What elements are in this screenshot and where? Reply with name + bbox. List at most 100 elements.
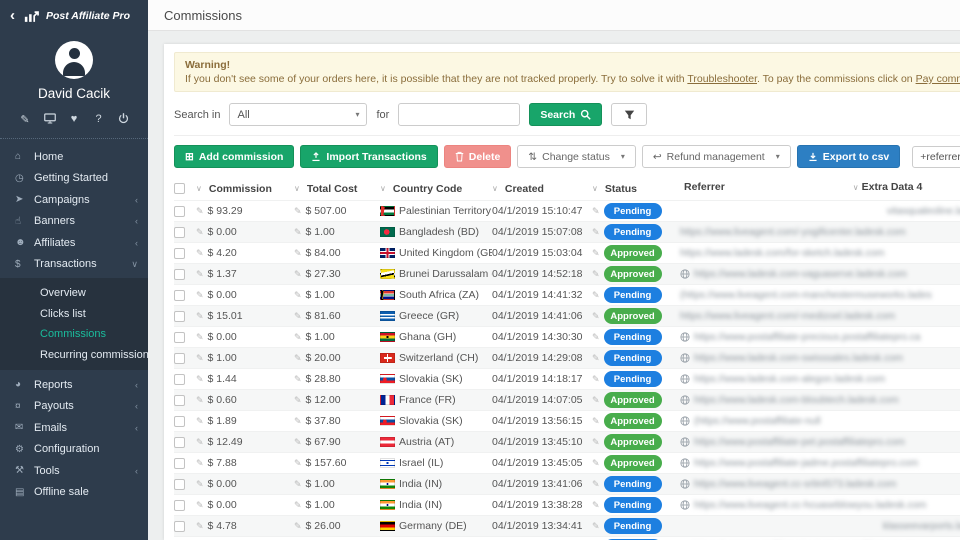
row-checkbox[interactable]	[174, 311, 185, 322]
edit-inline-icon[interactable]: ✎	[196, 521, 204, 532]
edit-inline-icon[interactable]: ✎	[196, 437, 204, 448]
columns-preset-select[interactable]: +referrerr+ccode ▾	[912, 146, 960, 168]
status-badge[interactable]: Pending	[604, 350, 662, 366]
row-checkbox[interactable]	[174, 269, 185, 280]
row-checkbox[interactable]	[174, 206, 185, 217]
import-transactions-button[interactable]: Import Transactions	[300, 145, 437, 168]
column-header-extra-data-4[interactable]: ∨Extra Data 4	[853, 181, 923, 193]
row-checkbox[interactable]	[174, 437, 185, 448]
refund-management-button[interactable]: ↩ Refund management ▾	[642, 145, 791, 168]
status-badge[interactable]: Approved	[604, 434, 662, 450]
row-checkbox[interactable]	[174, 416, 185, 427]
brand-logo[interactable]: Post Affiliate Pro	[24, 9, 130, 22]
edit-inline-icon[interactable]: ✎	[294, 269, 302, 280]
sidebar-item-campaigns[interactable]: ➤Campaigns‹	[0, 189, 148, 211]
status-badge[interactable]: Approved	[604, 245, 662, 261]
edit-inline-icon[interactable]: ✎	[196, 332, 204, 343]
pay-commissions-link[interactable]: Pay commissions	[916, 73, 960, 85]
edit-inline-icon[interactable]: ✎	[592, 479, 600, 490]
row-checkbox[interactable]	[174, 521, 185, 532]
edit-inline-icon[interactable]: ✎	[196, 248, 204, 259]
status-badge[interactable]: Pending	[604, 497, 662, 513]
edit-inline-icon[interactable]: ✎	[196, 500, 204, 511]
row-checkbox[interactable]	[174, 500, 185, 511]
edit-inline-icon[interactable]: ✎	[196, 311, 204, 322]
status-badge[interactable]: Pending	[604, 476, 662, 492]
search-button[interactable]: Search	[529, 103, 602, 126]
edit-inline-icon[interactable]: ✎	[196, 353, 204, 364]
edit-inline-icon[interactable]: ✎	[294, 332, 302, 343]
status-badge[interactable]: Approved	[604, 413, 662, 429]
edit-inline-icon[interactable]: ✎	[196, 290, 204, 301]
column-header-commission[interactable]: ∨Commission	[196, 183, 294, 195]
edit-inline-icon[interactable]: ✎	[294, 500, 302, 511]
sidebar-subitem-clicks-list[interactable]: Clicks list	[0, 304, 148, 325]
search-field-select[interactable]: All ▾	[229, 103, 367, 126]
sidebar-item-offline-sale[interactable]: ▤Offline sale	[0, 482, 148, 504]
status-badge[interactable]: Pending	[604, 287, 662, 303]
sidebar-item-reports[interactable]: ◕Reports‹	[0, 374, 148, 396]
power-icon[interactable]	[116, 113, 130, 127]
add-commission-button[interactable]: ⊞ Add commission	[174, 145, 294, 168]
edit-inline-icon[interactable]: ✎	[196, 395, 204, 406]
status-badge[interactable]: Pending	[604, 224, 662, 240]
status-badge[interactable]: Approved	[604, 308, 662, 324]
sidebar-subitem-overview[interactable]: Overview	[0, 283, 148, 304]
search-input[interactable]	[398, 103, 520, 126]
edit-inline-icon[interactable]: ✎	[294, 227, 302, 238]
edit-inline-icon[interactable]: ✎	[592, 227, 600, 238]
status-badge[interactable]: Pending	[604, 329, 662, 345]
sidebar-item-transactions[interactable]: $Transactions∨	[0, 254, 148, 276]
edit-inline-icon[interactable]: ✎	[592, 416, 600, 427]
edit-inline-icon[interactable]: ✎	[294, 248, 302, 259]
edit-inline-icon[interactable]: ✎	[294, 416, 302, 427]
edit-inline-icon[interactable]: ✎	[294, 479, 302, 490]
status-badge[interactable]: Pending	[604, 371, 662, 387]
edit-inline-icon[interactable]: ✎	[592, 248, 600, 259]
status-badge[interactable]: Pending	[604, 518, 662, 534]
row-checkbox[interactable]	[174, 374, 185, 385]
edit-inline-icon[interactable]: ✎	[592, 269, 600, 280]
column-header-country-code[interactable]: ∨Country Code	[380, 183, 492, 195]
edit-inline-icon[interactable]: ✎	[592, 500, 600, 511]
edit-inline-icon[interactable]: ✎	[592, 437, 600, 448]
sidebar-subitem-commissions[interactable]: Commissions	[0, 324, 148, 345]
row-checkbox[interactable]	[174, 395, 185, 406]
column-header-total-cost[interactable]: ∨Total Cost	[294, 183, 380, 195]
edit-inline-icon[interactable]: ✎	[196, 374, 204, 385]
edit-inline-icon[interactable]: ✎	[592, 353, 600, 364]
edit-inline-icon[interactable]: ✎	[294, 521, 302, 532]
sidebar-item-payouts[interactable]: ¤Payouts‹	[0, 396, 148, 418]
row-checkbox[interactable]	[174, 227, 185, 238]
row-checkbox[interactable]	[174, 248, 185, 259]
edit-inline-icon[interactable]: ✎	[294, 206, 302, 217]
edit-inline-icon[interactable]: ✎	[294, 374, 302, 385]
edit-inline-icon[interactable]: ✎	[196, 416, 204, 427]
edit-inline-icon[interactable]: ✎	[592, 395, 600, 406]
sidebar-item-banners[interactable]: ☝Banners‹	[0, 211, 148, 233]
row-checkbox[interactable]	[174, 479, 185, 490]
sidebar-subitem-recurring-commission-rules[interactable]: Recurring commission rules	[0, 345, 148, 366]
edit-inline-icon[interactable]: ✎	[196, 206, 204, 217]
column-header-status[interactable]: ∨Status	[592, 183, 680, 195]
sidebar-item-affiliates[interactable]: ☻Affiliates‹	[0, 232, 148, 254]
edit-inline-icon[interactable]: ✎	[196, 458, 204, 469]
edit-inline-icon[interactable]: ✎	[592, 458, 600, 469]
select-all-checkbox[interactable]	[174, 183, 185, 194]
edit-inline-icon[interactable]: ✎	[592, 374, 600, 385]
status-badge[interactable]: Approved	[604, 266, 662, 282]
edit-inline-icon[interactable]: ✎	[592, 311, 600, 322]
sidebar-item-tools[interactable]: ⚒Tools‹	[0, 460, 148, 482]
status-badge[interactable]: Pending	[604, 203, 662, 219]
edit-inline-icon[interactable]: ✎	[592, 206, 600, 217]
row-checkbox[interactable]	[174, 290, 185, 301]
help-icon[interactable]: ?	[92, 113, 106, 127]
heart-icon[interactable]: ♥	[67, 113, 81, 127]
avatar[interactable]	[55, 41, 93, 79]
column-header-created[interactable]: ∨Created	[492, 183, 592, 195]
filter-button[interactable]	[611, 103, 647, 126]
edit-inline-icon[interactable]: ✎	[294, 458, 302, 469]
pencil-icon[interactable]: ✎	[18, 113, 32, 127]
monitor-icon[interactable]	[43, 113, 57, 127]
edit-inline-icon[interactable]: ✎	[592, 521, 600, 532]
